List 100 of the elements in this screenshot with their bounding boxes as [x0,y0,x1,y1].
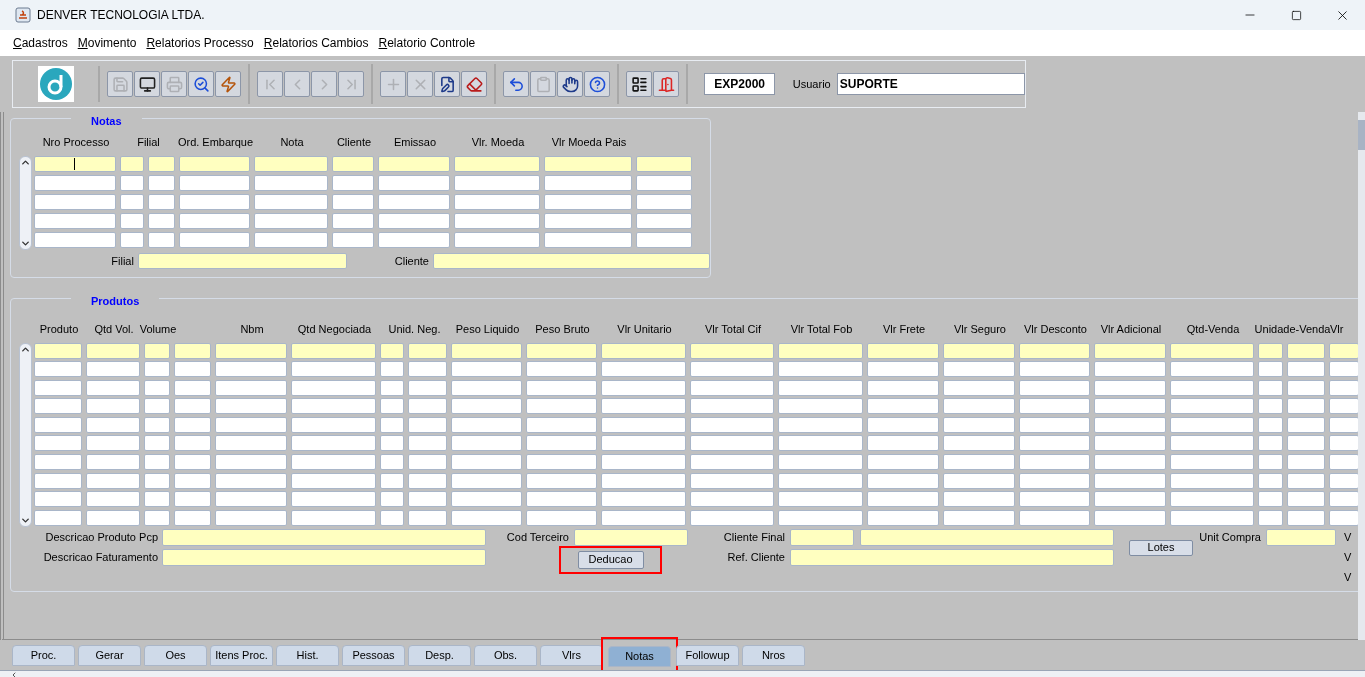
input-field[interactable] [179,212,250,229]
input-field[interactable] [1287,491,1325,508]
input-field[interactable] [1287,398,1325,415]
input-field[interactable] [144,509,170,526]
input-field[interactable] [451,454,522,471]
input-field[interactable] [378,231,450,248]
input-field[interactable] [174,509,211,526]
input-field[interactable] [174,342,211,359]
input-field[interactable] [144,342,170,359]
input-field[interactable] [215,361,287,378]
input-field[interactable] [1329,472,1358,489]
tab[interactable]: Proc. [12,644,75,666]
input-field[interactable] [1287,342,1325,359]
input-field[interactable] [380,379,404,396]
input-field[interactable] [601,361,686,378]
toolbar-button[interactable] [134,71,161,97]
input-field[interactable] [526,398,597,415]
input-field[interactable] [943,342,1015,359]
input-field[interactable] [1287,361,1325,378]
input-field[interactable] [1019,416,1090,433]
input-field[interactable] [454,231,540,248]
input-field[interactable] [1094,379,1166,396]
input-field[interactable] [254,212,328,229]
input-field[interactable] [162,548,486,566]
input-field[interactable] [1019,361,1090,378]
input-field[interactable] [1258,342,1283,359]
input-field[interactable] [1287,435,1325,452]
input-field[interactable] [1258,398,1283,415]
input-field[interactable] [574,528,688,546]
input-field[interactable] [291,416,376,433]
input-field[interactable] [1170,454,1254,471]
input-field[interactable] [544,212,632,229]
input-field[interactable] [408,361,447,378]
input-field[interactable] [332,155,374,172]
input-field[interactable] [34,416,82,433]
input-field[interactable] [291,472,376,489]
input-field[interactable] [291,509,376,526]
input-field[interactable] [380,509,404,526]
tab[interactable]: Obs. [474,644,537,666]
input-field[interactable] [291,491,376,508]
input-field[interactable] [601,509,686,526]
input-field[interactable] [1329,398,1358,415]
input-field[interactable] [1019,472,1090,489]
input-field[interactable] [174,435,211,452]
input-field[interactable] [778,361,863,378]
input-field[interactable] [1258,416,1283,433]
input-field[interactable] [120,193,144,210]
input-field[interactable] [86,379,140,396]
input-field[interactable] [120,155,144,172]
input-field[interactable] [291,454,376,471]
input-field[interactable] [1094,361,1166,378]
input-field[interactable] [867,361,939,378]
input-field[interactable] [790,528,854,546]
input-field[interactable] [1019,342,1090,359]
input-field[interactable] [86,491,140,508]
input-field[interactable] [778,435,863,452]
input-field[interactable] [1019,379,1090,396]
input-field[interactable] [867,435,939,452]
input-field[interactable] [451,509,522,526]
tab[interactable]: Desp. [408,644,471,666]
input-field[interactable] [943,416,1015,433]
input-field[interactable] [943,472,1015,489]
input-field[interactable] [144,491,170,508]
input-field[interactable] [526,472,597,489]
input-field[interactable] [1258,454,1283,471]
input-field[interactable] [1329,509,1358,526]
input-field[interactable] [601,379,686,396]
input-field[interactable] [526,379,597,396]
input-field[interactable] [1019,454,1090,471]
input-field[interactable] [291,435,376,452]
input-field[interactable] [291,361,376,378]
input-field[interactable] [144,454,170,471]
input-field[interactable] [137,252,347,269]
input-field[interactable] [1287,379,1325,396]
input-field[interactable] [1329,491,1358,508]
input-field[interactable] [34,231,116,248]
input-field[interactable] [943,491,1015,508]
input-field[interactable] [174,379,211,396]
input-field[interactable] [1329,416,1358,433]
input-field[interactable] [144,361,170,378]
input-field[interactable] [408,342,447,359]
input-field[interactable] [408,454,447,471]
deducao-button[interactable]: Deducao [577,550,644,569]
input-field[interactable] [148,212,175,229]
input-field[interactable] [451,398,522,415]
input-field[interactable] [454,193,540,210]
input-field[interactable] [148,231,175,248]
input-field[interactable] [1170,361,1254,378]
input-field[interactable] [943,361,1015,378]
input-field[interactable] [1019,491,1090,508]
menu-item[interactable]: Movimento [77,34,137,52]
input-field[interactable] [1287,454,1325,471]
input-field[interactable] [1287,416,1325,433]
input-field[interactable] [34,193,116,210]
input-field[interactable] [215,342,287,359]
input-field[interactable] [943,379,1015,396]
input-field[interactable] [636,231,692,248]
input-field[interactable] [120,231,144,248]
input-field[interactable] [544,174,632,191]
input-field[interactable] [778,398,863,415]
